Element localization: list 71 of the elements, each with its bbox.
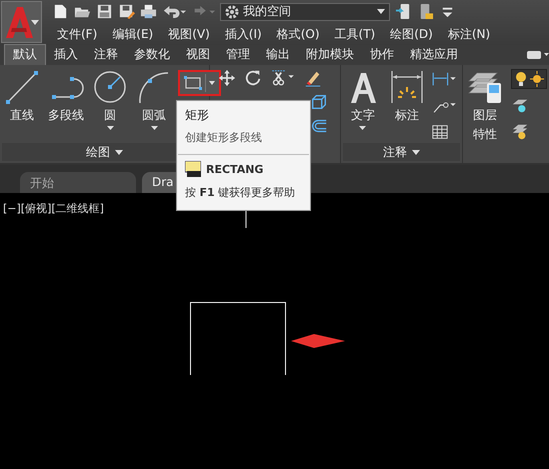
tooltip-description: 创建矩形多段线 (185, 130, 263, 145)
ribbon-tab[interactable]: 输出 (258, 45, 298, 65)
move-icon[interactable] (218, 69, 236, 87)
ribbon-tab[interactable]: 精选应用 (402, 45, 466, 65)
command-icon (185, 161, 201, 177)
ribbon-tab[interactable]: 管理 (218, 45, 258, 65)
tooltip-title: 矩形 (185, 107, 210, 124)
save-icon[interactable] (96, 3, 113, 20)
gear-icon (225, 4, 239, 18)
document-tab[interactable]: 开始 (20, 172, 136, 193)
ribbon-tab[interactable]: 参数化 (126, 45, 178, 65)
caret-icon (412, 150, 420, 154)
layer-bulb-icon[interactable] (511, 123, 529, 141)
box-icon[interactable] (310, 93, 328, 111)
caret-icon (359, 126, 366, 130)
caret-icon (150, 126, 158, 130)
ribbon-tab[interactable]: 注释 (86, 45, 126, 65)
dimension-icon (388, 69, 425, 105)
layer-bulb-icon[interactable] (511, 97, 529, 115)
ribbon-tool[interactable]: 圆弧 (134, 69, 174, 143)
menu-item[interactable]: 工具(T) (334, 26, 376, 42)
caret-icon (209, 81, 215, 85)
workspace-dropdown[interactable]: 我的空间 (220, 2, 390, 20)
device-icon[interactable] (395, 3, 412, 20)
menu-item[interactable]: 格式(O) (276, 26, 320, 42)
caret-icon (31, 20, 39, 25)
ribbon-tool[interactable]: 圆 (90, 69, 130, 143)
save-as-icon[interactable] (118, 3, 135, 20)
ribbon-tab[interactable]: 视图 (178, 45, 218, 65)
viewport-label[interactable]: [−][俯视][二维线框] (3, 201, 104, 216)
menu-item[interactable]: 标注(N) (448, 26, 490, 42)
ribbon-tool[interactable]: 多段线 (46, 69, 86, 143)
menu-item[interactable]: 插入(I) (224, 26, 262, 42)
tool-label: 特性 (473, 126, 497, 143)
circle-icon (92, 69, 128, 105)
eraser-icon[interactable] (304, 69, 322, 87)
panel-title-text: 注释 (382, 144, 407, 160)
menu-item[interactable]: 视图(V) (168, 26, 210, 42)
caret-icon (115, 150, 123, 154)
undo-icon[interactable] (162, 3, 186, 20)
panel-title-text: 绘图 (86, 144, 110, 160)
rectangle-icon (184, 76, 202, 90)
light-toggle[interactable] (511, 69, 547, 89)
light-bulb-icon (514, 71, 528, 87)
caret-icon (377, 9, 385, 14)
menu-item[interactable]: 编辑(E) (112, 26, 154, 42)
line-icon (4, 69, 40, 105)
rectangle-button[interactable] (178, 70, 221, 96)
menu-item[interactable]: 文件(F) (57, 26, 98, 42)
tool-label: 图层 (473, 107, 497, 124)
ribbon-tab[interactable]: 协作 (362, 45, 402, 65)
panel-toggle-icon[interactable] (527, 50, 549, 60)
ribbon-tool[interactable]: 直线 (2, 69, 42, 143)
print-icon[interactable] (140, 3, 157, 20)
menu-item[interactable]: 绘图(D) (390, 26, 433, 42)
ribbon-tab[interactable]: 插入 (46, 45, 86, 65)
ribbon-tab[interactable]: 附加模块 (298, 45, 362, 65)
scissors-icon[interactable] (270, 69, 296, 87)
command-name: RECTANG (206, 162, 264, 176)
ribbon-tool[interactable]: 图层 特性 (465, 69, 505, 163)
caret-icon (106, 126, 114, 130)
ribbon-tool[interactable]: 文字 (342, 69, 383, 143)
arrow-icon (291, 334, 345, 348)
new-file-icon[interactable] (52, 3, 69, 20)
rotate-icon[interactable] (244, 69, 262, 87)
table-icon[interactable] (430, 123, 449, 141)
ribbon-tool[interactable]: 标注 (386, 69, 427, 143)
ribbon-tab[interactable]: 默认 (4, 44, 46, 65)
panel-title[interactable]: 注释 (342, 143, 460, 161)
offset-icon[interactable] (310, 117, 328, 135)
sun-icon (530, 71, 544, 87)
